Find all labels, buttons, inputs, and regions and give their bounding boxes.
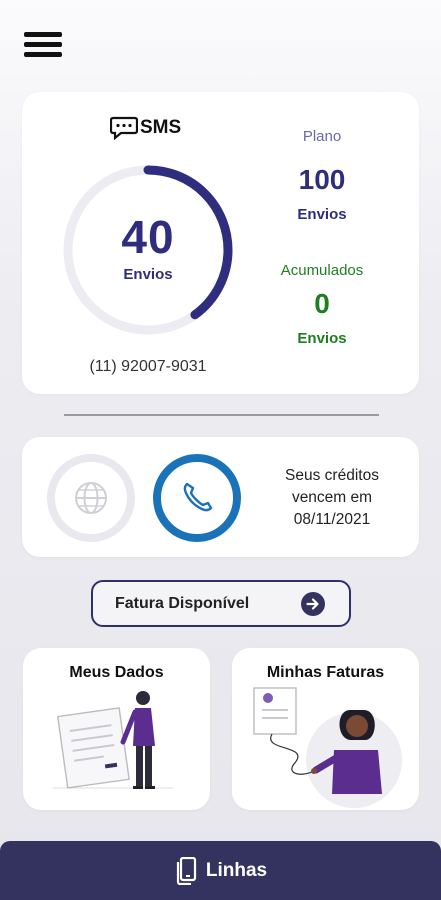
my-data-title: Meus Dados bbox=[69, 664, 164, 681]
accumulated-label: Acumulados bbox=[280, 262, 364, 279]
sms-title-label: SMS bbox=[140, 117, 182, 138]
accumulated-value: 0 bbox=[314, 288, 330, 319]
credits-expiry-date: 08/11/2021 bbox=[293, 511, 371, 528]
section-divider bbox=[64, 414, 379, 416]
invoice-available-label: Fatura Disponível bbox=[115, 595, 250, 612]
phone-icon[interactable] bbox=[152, 453, 242, 543]
person-with-invoice-illustration bbox=[253, 687, 402, 808]
my-invoices-title: Minhas Faturas bbox=[266, 664, 385, 681]
sms-used-value: 40 bbox=[121, 211, 175, 263]
hamburger-menu-icon[interactable] bbox=[24, 30, 64, 62]
globe-icon[interactable] bbox=[46, 453, 136, 543]
plan-unit: Envios bbox=[297, 206, 347, 223]
plan-value: 100 bbox=[298, 164, 346, 195]
sms-title: SMS bbox=[110, 116, 181, 140]
accumulated-unit: Envios bbox=[297, 330, 347, 347]
credits-card: Seus créditos vencem em 08/11/2021 bbox=[22, 437, 419, 557]
invoice-available-button[interactable]: Fatura Disponível bbox=[91, 580, 351, 627]
chat-bubble-icon bbox=[110, 116, 138, 140]
credits-expiry-text: Seus créditos vencem em 08/11/2021 bbox=[262, 465, 402, 531]
person-with-document-illustration bbox=[53, 691, 173, 789]
my-data-tile[interactable]: Meus Dados bbox=[23, 648, 210, 810]
my-invoices-tile[interactable]: Minhas Faturas bbox=[232, 648, 419, 810]
arrow-right-circle-icon bbox=[301, 592, 325, 616]
credits-expiry-line1: Seus créditos bbox=[285, 467, 379, 484]
lines-label: Linhas bbox=[205, 859, 268, 881]
lines-bottom-bar[interactable]: Linhas bbox=[0, 841, 441, 900]
phone-number: (11) 92007-9031 bbox=[89, 358, 207, 375]
phone-stack-icon bbox=[176, 856, 196, 885]
plan-label: Plano bbox=[302, 128, 342, 145]
sms-usage-card: SMS 40 Envios (11) 92007-9031 Plano 100 … bbox=[22, 92, 419, 394]
credits-expiry-line2: vencem em bbox=[291, 489, 373, 506]
sms-used-unit: Envios bbox=[123, 266, 173, 283]
